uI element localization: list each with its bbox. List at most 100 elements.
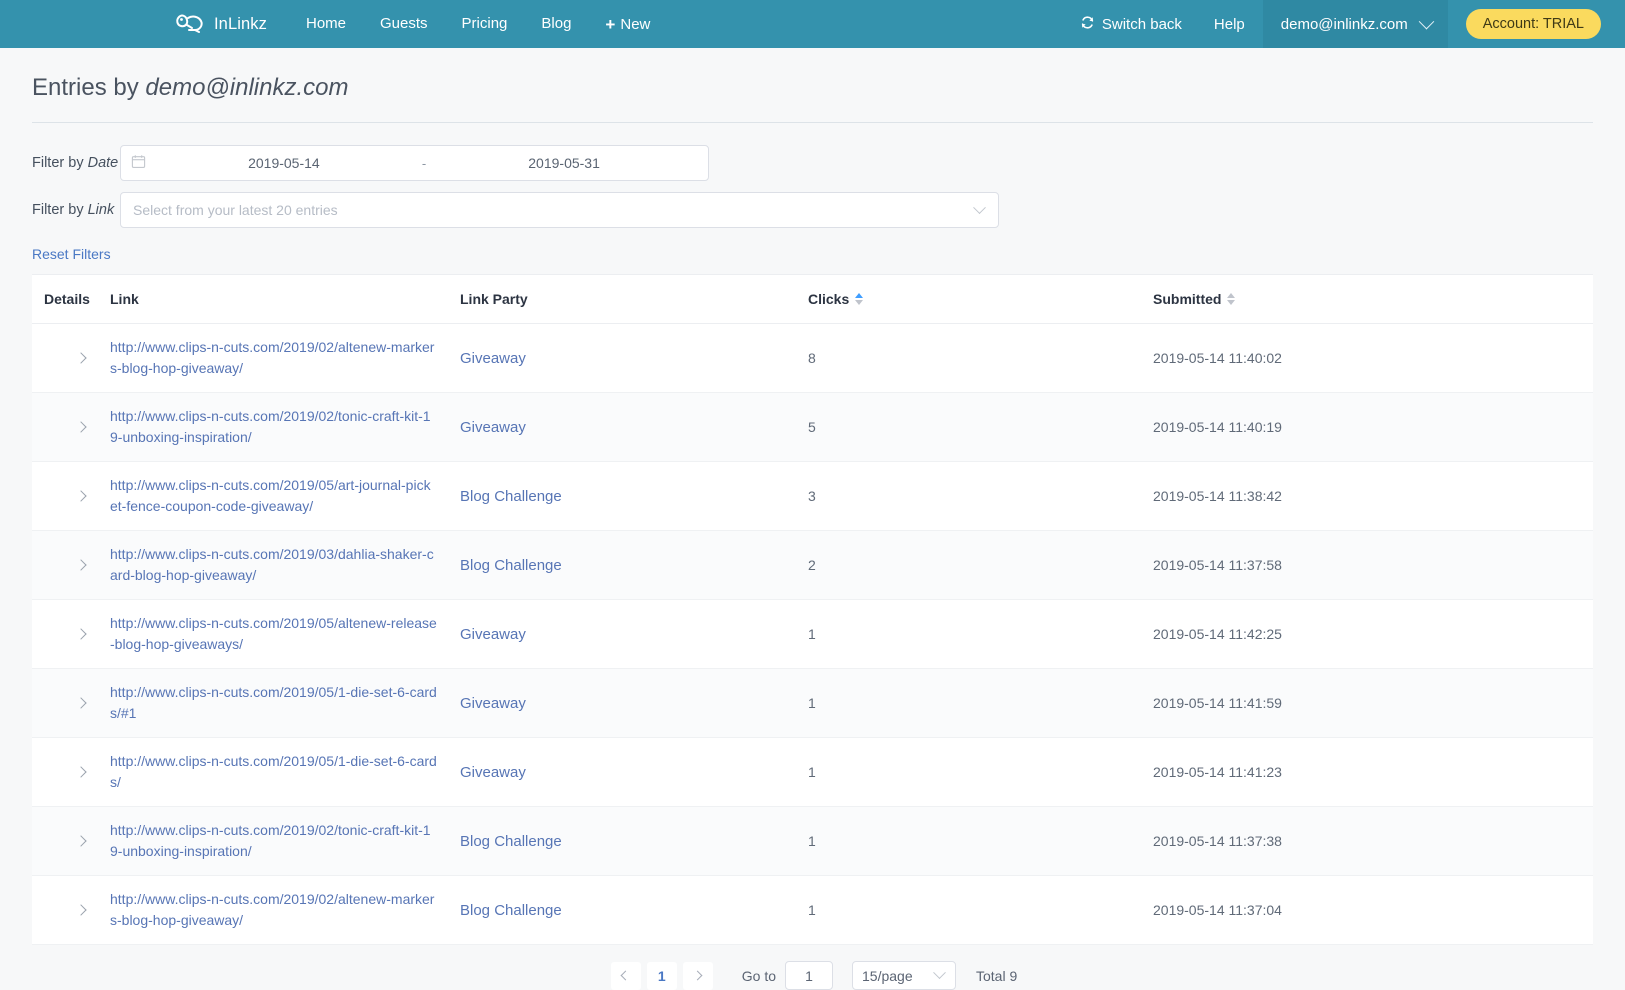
nav-secondary-links: Switch back Help demo@inlinkz.com Accoun… [1066, 0, 1625, 48]
table-body: http://www.clips-n-cuts.com/2019/02/alte… [32, 323, 1593, 945]
filter-link-label-em: Link [87, 202, 115, 218]
row-clicks: 1 [808, 737, 1153, 807]
link-filter-placeholder: Select from your latest 20 entries [133, 202, 338, 218]
row-link-party[interactable]: Giveaway [460, 626, 526, 643]
row-expand-chevron-right-icon[interactable] [68, 483, 94, 509]
table-head: Details Link Link Party Clicks Submitted [32, 275, 1593, 324]
column-header-clicks-label: Clicks [808, 291, 850, 307]
row-link-party[interactable]: Blog Challenge [460, 488, 562, 505]
filter-by-date-row: Filter by Date 2019-05-14 - 2019-05-31 [32, 145, 1625, 181]
table-row: http://www.clips-n-cuts.com/2019/05/1-di… [32, 737, 1593, 807]
inlinkz-frog-logo-icon [175, 12, 205, 37]
row-expand-chevron-right-icon[interactable] [68, 552, 94, 578]
row-link-party-cell: Blog Challenge [460, 875, 808, 945]
row-link-party-cell: Blog Challenge [460, 530, 808, 600]
row-clicks: 1 [808, 875, 1153, 945]
nav-link-blog[interactable]: Blog [524, 0, 588, 48]
row-expand-chevron-right-icon[interactable] [68, 414, 94, 440]
row-link[interactable]: http://www.clips-n-cuts.com/2019/05/art-… [110, 475, 446, 517]
page-title-email: demo@inlinkz.com [145, 74, 349, 101]
row-expand-chevron-right-icon[interactable] [68, 345, 94, 371]
row-submitted: 2019-05-14 11:37:38 [1153, 806, 1593, 876]
nav-link-guests[interactable]: Guests [363, 0, 445, 48]
pagination: 1 Go to 15/page Total 9 [32, 945, 1593, 990]
row-link-cell: http://www.clips-n-cuts.com/2019/05/art-… [110, 461, 460, 531]
row-link-party[interactable]: Giveaway [460, 419, 526, 436]
row-clicks: 8 [808, 323, 1153, 393]
nav-primary-links: InLinkz Home Guests Pricing Blog + New [175, 0, 667, 48]
row-link[interactable]: http://www.clips-n-cuts.com/2019/05/alte… [110, 613, 446, 655]
row-link-cell: http://www.clips-n-cuts.com/2019/05/1-di… [110, 668, 460, 738]
row-expand-chevron-right-icon[interactable] [68, 828, 94, 854]
row-clicks: 2 [808, 530, 1153, 600]
brand[interactable]: InLinkz [175, 12, 267, 37]
nav-link-help[interactable]: Help [1196, 16, 1263, 33]
column-header-clicks[interactable]: Clicks [808, 275, 1153, 324]
row-submitted: 2019-05-14 11:37:58 [1153, 530, 1593, 600]
row-details-cell [32, 530, 110, 600]
row-link[interactable]: http://www.clips-n-cuts.com/2019/03/dahl… [110, 544, 446, 586]
row-link-party[interactable]: Blog Challenge [460, 833, 562, 850]
row-link[interactable]: http://www.clips-n-cuts.com/2019/02/alte… [110, 889, 446, 931]
row-link-party[interactable]: Blog Challenge [460, 902, 562, 919]
nav-new-button[interactable]: + New [588, 16, 667, 33]
goto-page-input[interactable] [785, 961, 833, 990]
table-header-row: Details Link Link Party Clicks Submitted [32, 275, 1593, 324]
row-clicks: 3 [808, 461, 1153, 531]
row-link[interactable]: http://www.clips-n-cuts.com/2019/02/toni… [110, 820, 446, 862]
page-size-select[interactable]: 15/page [852, 961, 956, 990]
clicks-sort-icon[interactable] [855, 293, 864, 305]
plus-icon: + [605, 14, 616, 34]
column-header-link-party: Link Party [460, 275, 808, 324]
row-link[interactable]: http://www.clips-n-cuts.com/2019/05/1-di… [110, 751, 446, 793]
pagination-page-1[interactable]: 1 [646, 961, 677, 990]
row-link[interactable]: http://www.clips-n-cuts.com/2019/05/1-di… [110, 682, 446, 724]
nav-link-pricing[interactable]: Pricing [445, 0, 525, 48]
row-link[interactable]: http://www.clips-n-cuts.com/2019/02/toni… [110, 406, 446, 448]
total-count-label: Total 9 [976, 967, 1018, 984]
nav-link-home[interactable]: Home [289, 0, 363, 48]
column-header-link-party-label: Link Party [460, 291, 528, 307]
row-expand-chevron-right-icon[interactable] [68, 897, 94, 923]
calendar-icon [131, 154, 146, 172]
row-submitted: 2019-05-14 11:41:59 [1153, 668, 1593, 738]
refresh-icon [1080, 15, 1095, 34]
pagination-prev-button[interactable] [610, 961, 641, 990]
table-row: http://www.clips-n-cuts.com/2019/05/art-… [32, 461, 1593, 531]
goto-label: Go to [741, 967, 776, 984]
table-row: http://www.clips-n-cuts.com/2019/05/alte… [32, 599, 1593, 669]
column-header-link: Link [110, 275, 460, 324]
row-details-cell [32, 668, 110, 738]
column-header-submitted-label: Submitted [1153, 291, 1222, 307]
row-link-cell: http://www.clips-n-cuts.com/2019/02/alte… [110, 323, 460, 393]
reset-filters-link[interactable]: Reset Filters [32, 246, 111, 262]
page-title-prefix: Entries by [32, 74, 146, 101]
row-link-party[interactable]: Giveaway [460, 764, 526, 781]
column-header-submitted[interactable]: Submitted [1153, 275, 1593, 324]
row-link-party[interactable]: Giveaway [460, 695, 526, 712]
user-menu[interactable]: demo@inlinkz.com [1262, 0, 1448, 48]
page-header: Entries by demo@inlinkz.com [32, 48, 1593, 123]
row-submitted: 2019-05-14 11:37:04 [1153, 875, 1593, 945]
row-expand-chevron-right-icon[interactable] [68, 759, 94, 785]
row-link[interactable]: http://www.clips-n-cuts.com/2019/02/alte… [110, 337, 446, 379]
filter-date-label-em: Date [87, 155, 119, 171]
row-link-party[interactable]: Giveaway [460, 350, 526, 367]
row-expand-chevron-right-icon[interactable] [68, 690, 94, 716]
filter-by-date-label: Filter by Date [32, 155, 120, 171]
row-link-party[interactable]: Blog Challenge [460, 557, 562, 574]
brand-name: InLinkz [214, 14, 267, 33]
switch-back-button[interactable]: Switch back [1066, 15, 1196, 34]
date-range-end[interactable]: 2019-05-31 [430, 155, 698, 171]
account-status-badge[interactable]: Account: TRIAL [1465, 9, 1601, 39]
submitted-sort-icon[interactable] [1227, 293, 1236, 305]
date-range-picker[interactable]: 2019-05-14 - 2019-05-31 [120, 145, 709, 181]
table-row: http://www.clips-n-cuts.com/2019/03/dahl… [32, 530, 1593, 600]
row-expand-chevron-right-icon[interactable] [68, 621, 94, 647]
page-title: Entries by demo@inlinkz.com [32, 74, 1593, 102]
date-range-start[interactable]: 2019-05-14 [150, 155, 418, 171]
row-clicks: 1 [808, 599, 1153, 669]
pagination-next-button[interactable] [682, 961, 713, 990]
link-filter-select[interactable]: Select from your latest 20 entries [120, 192, 999, 228]
chevron-down-icon [1418, 13, 1434, 29]
